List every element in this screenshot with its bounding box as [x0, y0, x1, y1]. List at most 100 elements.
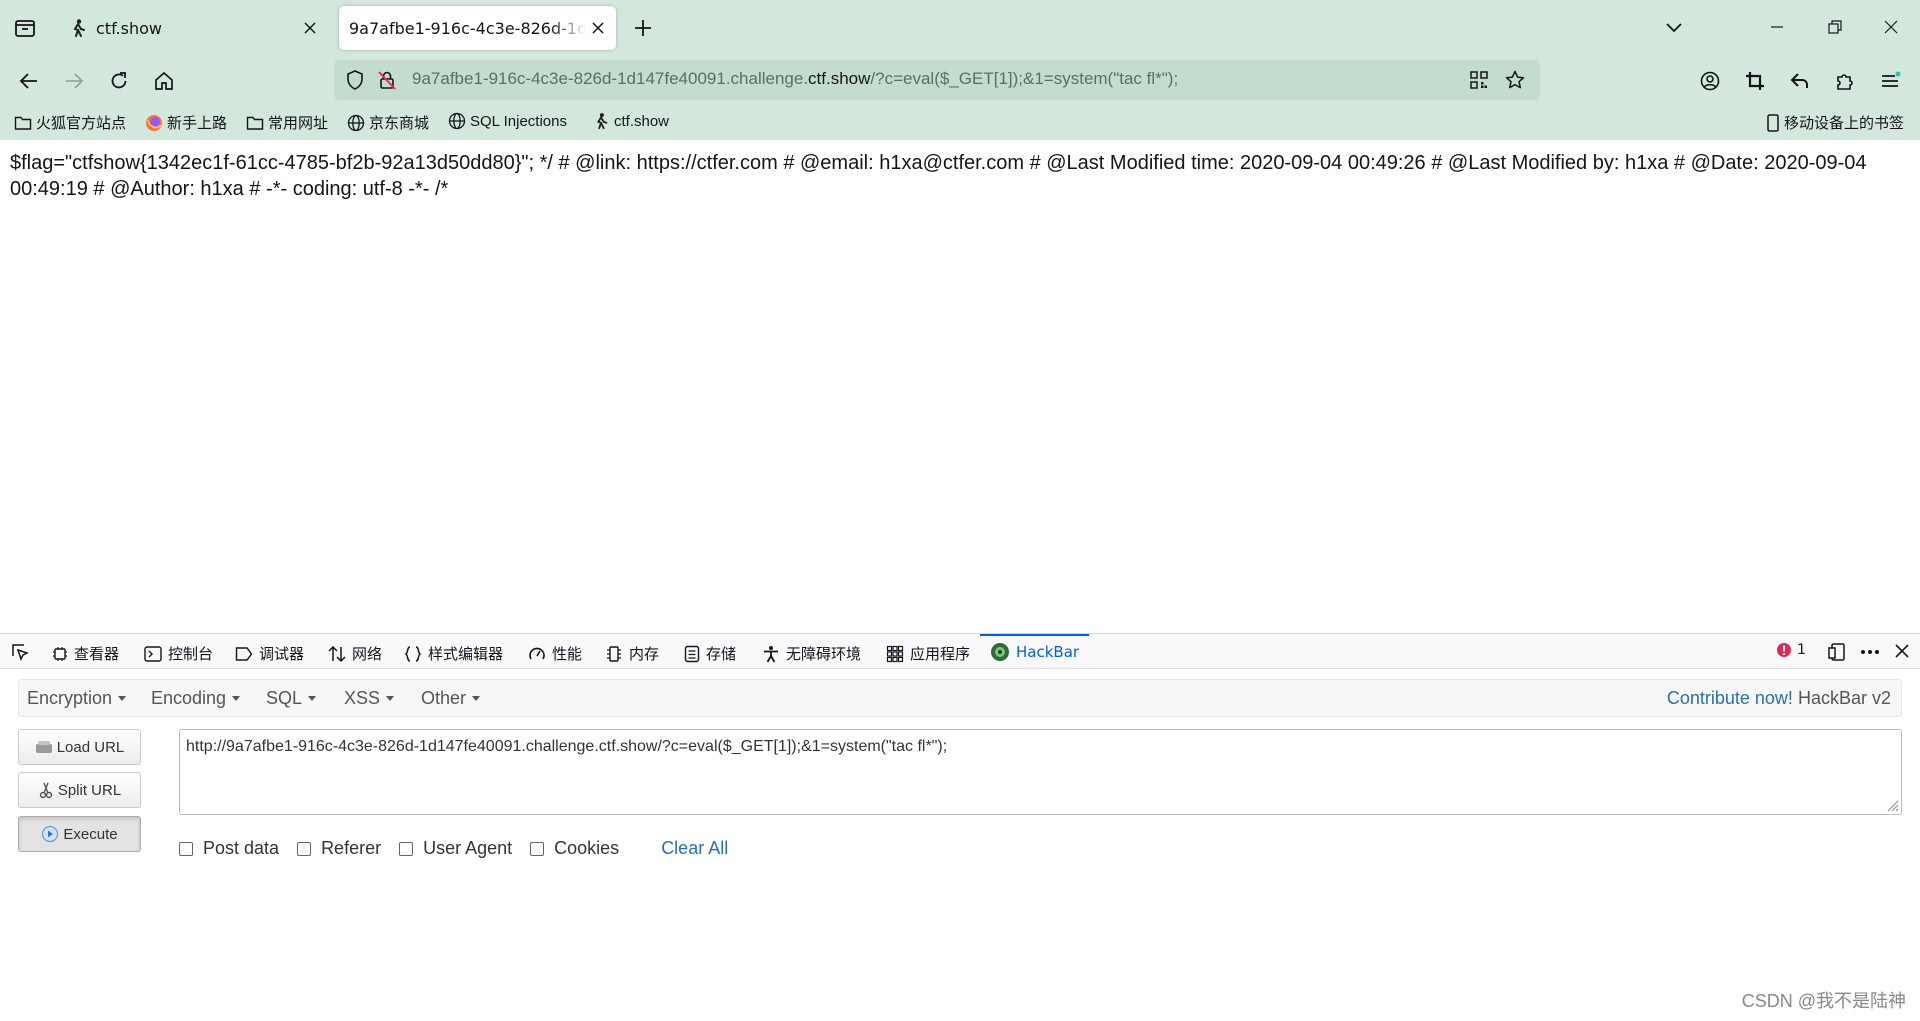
post-data-checkbox[interactable] — [179, 841, 193, 856]
qr-code-icon[interactable] — [1468, 69, 1490, 91]
insecure-lock-icon[interactable] — [376, 69, 398, 91]
tab-strip: ctf.show 9a7afbe1-916c-4c3e-826d-1d147fe… — [0, 0, 1920, 54]
devtools-tab-memory[interactable]: 内存 — [605, 643, 659, 664]
bookmark-folder[interactable]: 常用网址 — [246, 112, 328, 133]
url-textarea[interactable]: http://9a7afbe1-916c-4c3e-826d-1d147fe40… — [179, 729, 1902, 815]
new-tab-icon[interactable] — [630, 15, 656, 41]
bookmark-folder[interactable]: 火狐官方站点 — [14, 112, 126, 133]
account-icon[interactable] — [1696, 67, 1724, 95]
restore-icon[interactable] — [1822, 14, 1848, 40]
accessibility-person-icon — [764, 645, 778, 662]
dock-side-icon[interactable] — [1827, 642, 1847, 662]
devtools-tab-network[interactable]: 网络 — [328, 643, 382, 664]
hackbar-menu-bar: Encryption Encoding SQL XSS Other Contri… — [18, 679, 1902, 717]
split-url-button[interactable]: Split URL — [18, 772, 141, 808]
globe-icon — [448, 112, 466, 130]
hackbar-version: HackBar v2 — [1797, 688, 1891, 708]
menu-sql[interactable]: SQL — [266, 688, 317, 709]
bookmark-label: 移动设备上的书签 — [1784, 115, 1905, 132]
undo-arrow-icon[interactable] — [1786, 67, 1814, 95]
caret-down-icon — [308, 696, 317, 701]
menu-label: SQL — [266, 688, 303, 708]
devtools-tab-label: 样式编辑器 — [428, 645, 504, 663]
forward-arrow-icon[interactable] — [60, 67, 88, 95]
close-tab-icon[interactable] — [586, 16, 610, 40]
referer-checkbox[interactable] — [297, 841, 312, 856]
list-all-tabs-icon[interactable] — [12, 15, 38, 41]
error-count: 1 — [1797, 642, 1806, 658]
folder-icon — [14, 116, 32, 130]
bookmark-item[interactable]: 京东商城 — [347, 112, 429, 133]
devtools-tab-debugger[interactable]: 调试器 — [235, 643, 304, 664]
app-menu-icon[interactable] — [1876, 67, 1904, 95]
post-data-option[interactable]: Post data — [179, 838, 279, 859]
bookmark-star-icon[interactable] — [1504, 69, 1526, 91]
user-agent-option[interactable]: User Agent — [399, 838, 512, 859]
bookmark-item[interactable]: SQL Injections — [448, 112, 567, 130]
menu-encoding[interactable]: Encoding — [151, 688, 241, 709]
option-label: User Agent — [423, 838, 513, 858]
devtools-tab-label: 查看器 — [74, 645, 120, 663]
braces-icon — [404, 645, 422, 662]
mobile-bookmarks[interactable]: 移动设备上的书签 — [1766, 112, 1904, 133]
devtools-tab-label: 调试器 — [259, 645, 305, 663]
execute-button[interactable]: Execute — [18, 816, 141, 852]
minimize-icon[interactable] — [1764, 14, 1790, 40]
element-picker-icon[interactable] — [10, 642, 36, 662]
request-options: Post data Referer User Agent Cookies Cle… — [179, 838, 728, 859]
bookmark-label: SQL Injections — [470, 112, 567, 130]
option-label: Post data — [203, 838, 280, 858]
menu-xss[interactable]: XSS — [344, 688, 395, 709]
globe-icon — [347, 114, 365, 131]
url-text[interactable]: 9a7afbe1-916c-4c3e-826d-1d147fe40091.cha… — [412, 69, 1178, 89]
devtools-tab-console[interactable]: 控制台 — [144, 643, 213, 664]
extensions-puzzle-icon[interactable] — [1831, 67, 1859, 95]
devtools-tab-performance[interactable]: 性能 — [528, 643, 582, 664]
close-devtools-icon[interactable] — [1893, 642, 1911, 660]
menu-other[interactable]: Other — [421, 688, 481, 709]
load-url-button[interactable]: Load URL — [18, 729, 141, 765]
devtools-tab-accessibility[interactable]: 无障碍环境 — [762, 643, 861, 664]
bookmarks-toolbar: 火狐官方站点 新手上路 常用网址 京东商城 SQL Injections ctf… — [0, 106, 1920, 140]
tab-list-chevron-down-icon[interactable] — [1662, 15, 1686, 39]
devtools-tab-inspector[interactable]: 查看器 — [52, 643, 119, 664]
error-count-badge[interactable]: 1 — [1776, 642, 1806, 658]
button-label: Execute — [63, 825, 118, 843]
devtools-tab-label: 存储 — [706, 645, 737, 663]
tab-title: ctf.show — [96, 18, 162, 38]
close-window-icon[interactable] — [1878, 14, 1904, 40]
devtools-tab-label: 网络 — [352, 645, 383, 663]
firefox-logo-icon — [146, 114, 162, 131]
menu-encryption[interactable]: Encryption — [27, 688, 127, 709]
screenshot-crop-icon[interactable] — [1741, 67, 1769, 95]
bookmark-item[interactable]: 新手上路 — [145, 112, 227, 133]
ctfshow-favicon-icon — [68, 18, 88, 38]
bookmark-item[interactable]: ctf.show — [592, 112, 669, 130]
reload-icon[interactable] — [105, 67, 133, 95]
devtools-tab-storage[interactable]: 存储 — [684, 643, 736, 664]
more-options-icon[interactable] — [1859, 642, 1881, 662]
devtools-tab-style-editor[interactable]: 样式编辑器 — [404, 643, 503, 664]
devtools-tab-application[interactable]: 应用程序 — [886, 643, 970, 664]
network-arrows-icon — [328, 645, 346, 662]
memory-chip-icon — [607, 645, 621, 662]
devtools-tab-label: 无障碍环境 — [786, 645, 862, 663]
menu-label: Encoding — [151, 688, 227, 708]
close-tab-icon[interactable] — [298, 16, 322, 40]
contribute-link[interactable]: Contribute now! — [1667, 688, 1793, 708]
clear-all-link[interactable]: Clear All — [661, 838, 728, 859]
tab-ctfshow[interactable]: ctf.show — [56, 6, 328, 50]
user-agent-checkbox[interactable] — [399, 841, 414, 856]
caret-down-icon — [386, 696, 395, 701]
cookies-checkbox[interactable] — [530, 841, 545, 856]
grid-apps-icon — [886, 645, 904, 662]
tracking-protection-shield-icon[interactable] — [344, 69, 366, 91]
tab-challenge[interactable]: 9a7afbe1-916c-4c3e-826d-1d147fe40091.cha… — [339, 6, 616, 50]
cookies-option[interactable]: Cookies — [530, 838, 619, 859]
home-icon[interactable] — [150, 67, 178, 95]
address-bar[interactable]: 9a7afbe1-916c-4c3e-826d-1d147fe40091.cha… — [334, 60, 1540, 100]
back-arrow-icon[interactable] — [15, 67, 43, 95]
referer-option[interactable]: Referer — [297, 838, 381, 859]
devtools-tab-hackbar[interactable]: HackBar — [980, 634, 1090, 668]
caret-down-icon — [118, 696, 127, 701]
